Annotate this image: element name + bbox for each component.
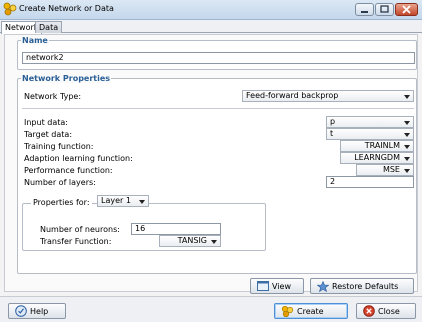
chevron-down-icon xyxy=(404,121,410,125)
transfer-function-select[interactable]: TANSIG xyxy=(159,235,221,247)
performance-function-value: MSE xyxy=(382,165,400,174)
chevron-down-icon xyxy=(404,169,410,173)
network-icon xyxy=(3,2,17,16)
restore-defaults-button[interactable]: Restore Defaults xyxy=(310,278,414,294)
layer-value: Layer 1 xyxy=(101,196,131,205)
view-button[interactable]: View xyxy=(250,278,304,294)
network-properties-title: Network Properties xyxy=(21,74,112,83)
view-label: View xyxy=(272,281,291,291)
target-data-select[interactable]: t xyxy=(326,128,414,140)
close-button[interactable]: Close xyxy=(356,303,416,319)
window-title: Create Network or Data xyxy=(19,4,114,13)
target-data-value: t xyxy=(330,129,334,138)
minimize-button[interactable] xyxy=(355,3,374,16)
input-data-label: Input data: xyxy=(24,118,68,127)
restore-star-icon xyxy=(317,280,329,292)
training-function-select[interactable]: TRAINLM xyxy=(340,140,414,152)
name-section-title: Name xyxy=(21,36,49,45)
performance-function-select[interactable]: MSE xyxy=(356,164,414,176)
neurons-input[interactable]: 16 xyxy=(131,223,221,235)
layer-select[interactable]: Layer 1 xyxy=(97,195,149,207)
adaption-function-label: Adaption learning function: xyxy=(24,154,133,163)
chevron-down-icon xyxy=(404,95,410,99)
properties-for-label: Properties for: xyxy=(31,198,92,207)
close-icon xyxy=(402,5,411,14)
training-function-value: TRAINLM xyxy=(364,141,400,150)
title-bar: Create Network or Data xyxy=(0,0,422,20)
help-label: Help xyxy=(30,306,49,316)
transfer-function-label: Transfer Function: xyxy=(40,237,112,246)
number-of-layers-label: Number of layers: xyxy=(24,178,96,187)
chevron-down-icon xyxy=(404,145,410,149)
input-data-select[interactable]: p xyxy=(326,116,414,128)
network-name-input[interactable]: network2 xyxy=(22,52,415,64)
minimize-icon xyxy=(361,11,368,13)
tab-data[interactable]: Data xyxy=(35,21,63,33)
target-data-label: Target data: xyxy=(24,130,73,139)
chevron-down-icon xyxy=(404,133,410,137)
network-type-select[interactable]: Feed-forward backprop xyxy=(242,90,414,102)
view-icon xyxy=(257,281,269,291)
training-function-label: Training function: xyxy=(24,142,94,151)
properties-divider xyxy=(22,108,414,109)
create-button[interactable]: Create xyxy=(274,303,348,319)
maximize-button[interactable] xyxy=(375,3,394,16)
number-of-layers-input[interactable]: 2 xyxy=(326,176,414,188)
transfer-function-value: TANSIG xyxy=(177,236,207,245)
tab-bar: Network Data xyxy=(0,20,422,34)
create-label: Create xyxy=(297,306,324,316)
help-button[interactable]: Help xyxy=(8,303,66,319)
create-icon xyxy=(281,305,294,317)
adaption-function-select[interactable]: LEARNGDM xyxy=(340,152,414,164)
window-close-button[interactable] xyxy=(395,3,418,16)
network-type-label: Network Type: xyxy=(24,92,82,101)
adaption-function-value: LEARNGDM xyxy=(354,153,400,162)
performance-function-label: Performance function: xyxy=(24,166,113,175)
chevron-down-icon xyxy=(211,240,217,244)
input-data-value: p xyxy=(330,117,336,126)
restore-defaults-label: Restore Defaults xyxy=(332,281,399,291)
chevron-down-icon xyxy=(404,157,410,161)
chevron-down-icon xyxy=(139,200,145,204)
neurons-label: Number of neurons: xyxy=(40,225,120,234)
network-type-value: Feed-forward backprop xyxy=(246,91,339,100)
close-circle-icon xyxy=(363,305,375,317)
help-icon xyxy=(15,305,27,317)
maximize-icon xyxy=(380,5,389,13)
close-label: Close xyxy=(378,306,400,316)
